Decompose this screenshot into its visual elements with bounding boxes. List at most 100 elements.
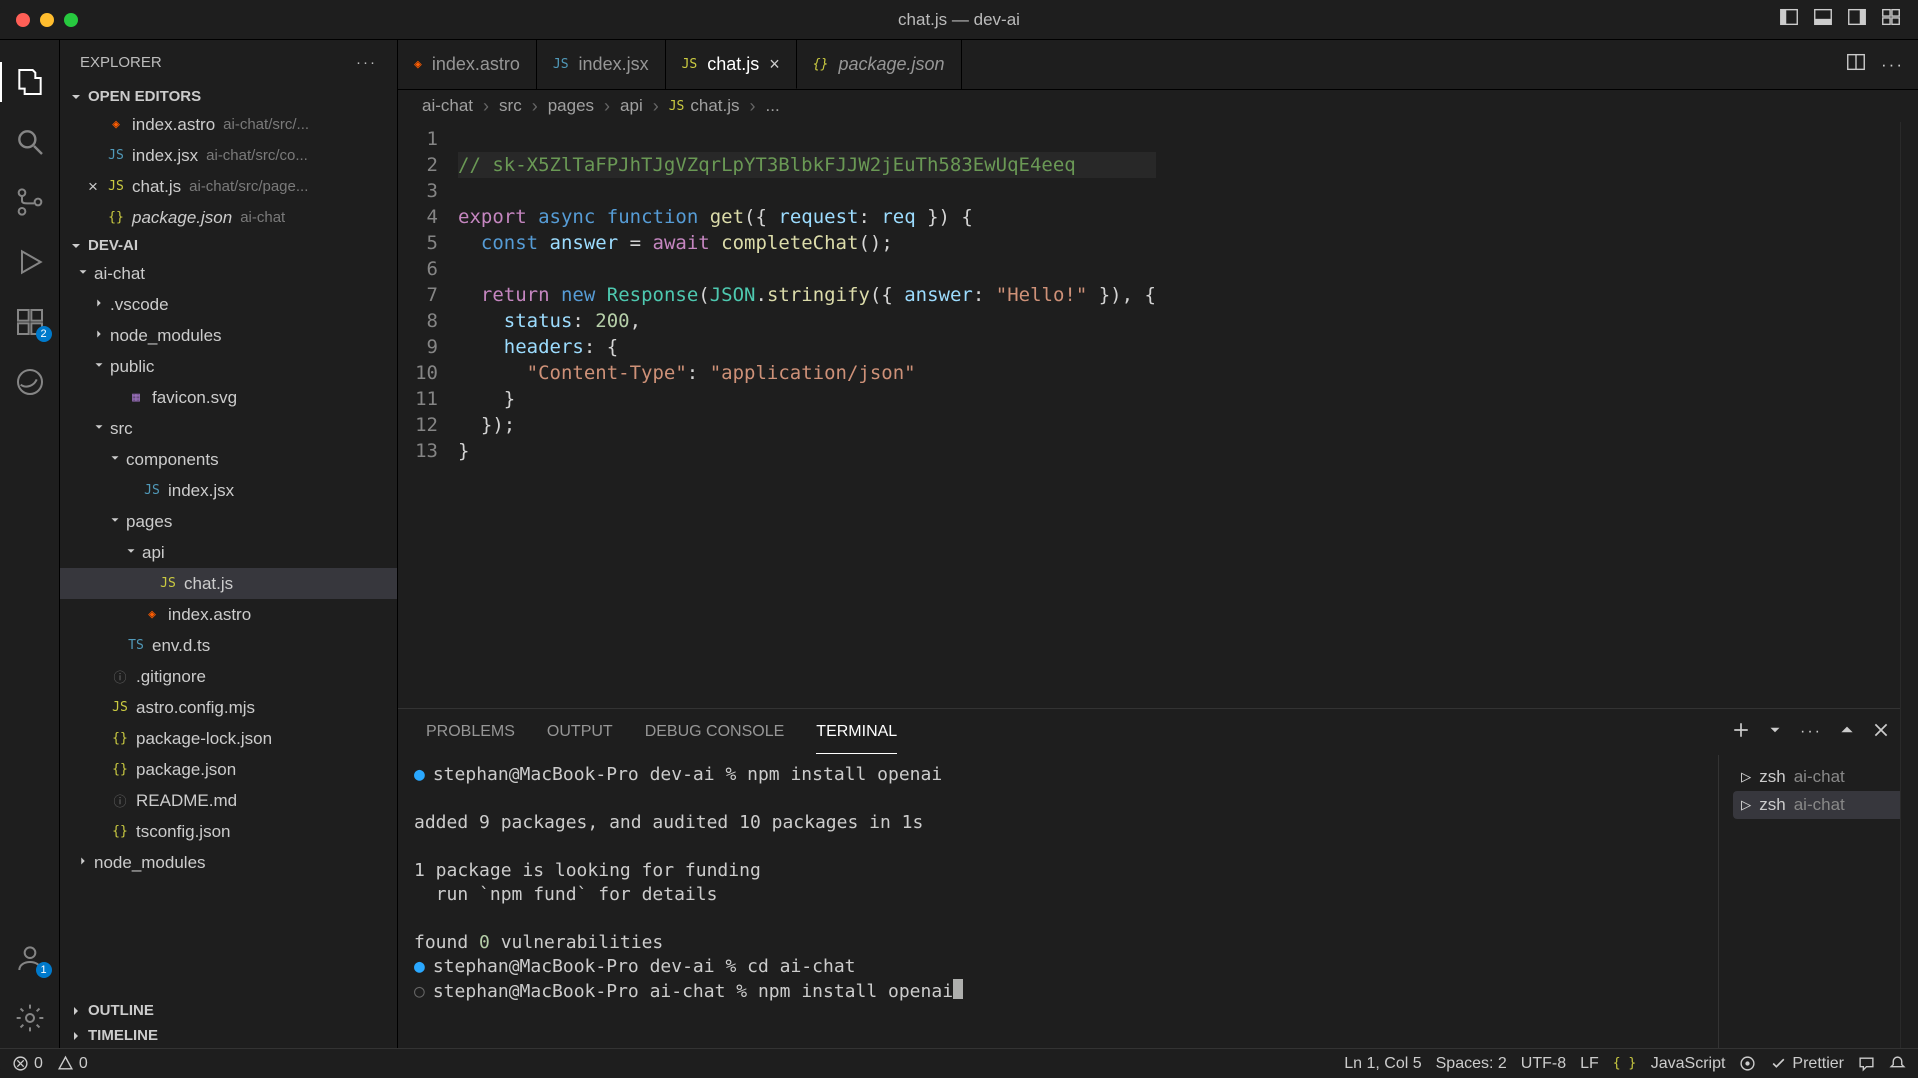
terminal-tab[interactable]: TERMINAL	[816, 711, 897, 754]
cursor-position[interactable]: Ln 1, Col 5	[1344, 1055, 1421, 1073]
code-editor[interactable]: 12345678910111213 // sk-X5ZlTaFPJhTJgVZq…	[398, 122, 1918, 708]
toggle-secondary-sidebar-icon[interactable]	[1846, 6, 1868, 33]
debug-console-tab[interactable]: DEBUG CONSOLE	[645, 711, 785, 753]
source-control-view-icon[interactable]	[0, 172, 60, 232]
open-editor-item[interactable]: {}package.jsonai-chat	[60, 202, 397, 233]
breadcrumb-item[interactable]: chat.js	[690, 96, 739, 116]
open-editor-item[interactable]: ◈index.astroai-chat/src/...	[60, 109, 397, 140]
outline-section[interactable]: OUTLINE	[60, 998, 397, 1023]
prettier-status[interactable]: Prettier	[1770, 1055, 1844, 1073]
svg-icon: ▦	[126, 390, 146, 405]
terminal-session[interactable]: ▷zsh ai-chat	[1733, 763, 1904, 791]
chevron-icon	[108, 450, 124, 470]
live-share-icon[interactable]	[1739, 1055, 1756, 1072]
folder-item[interactable]: node_modules	[60, 320, 397, 351]
folder-item[interactable]: src	[60, 413, 397, 444]
breadcrumb-item[interactable]: pages	[548, 96, 594, 116]
code-content[interactable]: // sk-X5ZlTaFPJhTJgVZqrLpYT3BlbkFJJW2jEu…	[458, 122, 1156, 708]
chevron-down-icon	[68, 89, 84, 105]
editor-tab[interactable]: {}package.json	[797, 40, 962, 89]
file-item[interactable]: ▦favicon.svg	[60, 382, 397, 413]
editor-tab[interactable]: JSindex.jsx	[537, 40, 666, 89]
search-view-icon[interactable]	[0, 112, 60, 172]
folder-item[interactable]: api	[60, 537, 397, 568]
editor-tab[interactable]: ◈index.astro	[398, 40, 537, 89]
terminal-session[interactable]: ▷zsh ai-chat	[1733, 791, 1904, 819]
file-item[interactable]: {}tsconfig.json	[60, 816, 397, 847]
folder-item[interactable]: pages	[60, 506, 397, 537]
extensions-view-icon[interactable]: 2	[0, 292, 60, 352]
terminal-more-icon[interactable]: ···	[1800, 723, 1822, 741]
jsx-icon: JS	[553, 57, 569, 72]
workspace-section[interactable]: DEV-AI	[60, 233, 397, 258]
breadcrumb-item[interactable]: src	[499, 96, 522, 116]
file-item[interactable]: ⓘ.gitignore	[60, 661, 397, 692]
accounts-icon[interactable]: 1	[0, 928, 60, 988]
encoding[interactable]: UTF-8	[1521, 1055, 1566, 1073]
terminal-dropdown-icon[interactable]	[1766, 721, 1784, 744]
maximize-window-button[interactable]	[64, 13, 78, 27]
close-icon[interactable]: ×	[88, 177, 106, 197]
warnings-count[interactable]: 0	[57, 1055, 88, 1073]
folder-item[interactable]: components	[60, 444, 397, 475]
chevron-icon	[92, 326, 108, 346]
more-actions-icon[interactable]: ···	[1881, 55, 1904, 75]
minimize-window-button[interactable]	[40, 13, 54, 27]
explorer-sidebar: EXPLORER ··· OPEN EDITORS ◈index.astroai…	[60, 40, 398, 1048]
explorer-header: EXPLORER ···	[60, 40, 397, 84]
breadcrumb-item[interactable]: api	[620, 96, 643, 116]
close-window-button[interactable]	[16, 13, 30, 27]
run-debug-view-icon[interactable]	[0, 232, 60, 292]
folder-item[interactable]: public	[60, 351, 397, 382]
feedback-icon[interactable]	[1858, 1055, 1875, 1072]
file-item[interactable]: JSindex.jsx	[60, 475, 397, 506]
problems-tab[interactable]: PROBLEMS	[426, 711, 515, 753]
customize-layout-icon[interactable]	[1880, 6, 1902, 33]
toggle-primary-sidebar-icon[interactable]	[1778, 6, 1800, 33]
extensions-badge: 2	[36, 326, 52, 342]
open-editor-item[interactable]: JSindex.jsxai-chat/src/co...	[60, 140, 397, 171]
edge-view-icon[interactable]	[0, 352, 60, 412]
file-item[interactable]: TSenv.d.ts	[60, 630, 397, 661]
file-item[interactable]: JSastro.config.mjs	[60, 692, 397, 723]
minimap[interactable]	[1900, 122, 1918, 708]
open-editors-label: OPEN EDITORS	[88, 88, 201, 105]
file-item[interactable]: {}package-lock.json	[60, 723, 397, 754]
terminal-output[interactable]: ●stephan@MacBook-Pro dev-ai % npm instal…	[398, 755, 1718, 1048]
output-tab[interactable]: OUTPUT	[547, 711, 613, 753]
folder-item[interactable]: node_modules	[60, 847, 397, 878]
panel-tabs: PROBLEMS OUTPUT DEBUG CONSOLE TERMINAL ·…	[398, 709, 1918, 755]
chevron-down-icon	[68, 238, 84, 254]
language-mode[interactable]: { } JavaScript	[1613, 1055, 1726, 1073]
file-item[interactable]: ◈index.astro	[60, 599, 397, 630]
editor-tab[interactable]: JSchat.js×	[666, 40, 797, 89]
eol[interactable]: LF	[1580, 1055, 1599, 1073]
split-editor-icon[interactable]	[1845, 51, 1867, 78]
open-editors-section[interactable]: OPEN EDITORS	[60, 84, 397, 109]
astro-icon: ◈	[142, 607, 162, 622]
errors-count[interactable]: 0	[12, 1055, 43, 1073]
breadcrumb[interactable]: ai-chat src pages api JS chat.js ...	[398, 90, 1918, 122]
new-terminal-icon[interactable]	[1732, 721, 1750, 744]
explorer-more-icon[interactable]: ···	[356, 54, 377, 71]
folder-item[interactable]: .vscode	[60, 289, 397, 320]
breadcrumb-item[interactable]: ai-chat	[422, 96, 473, 116]
file-item[interactable]: {}package.json	[60, 754, 397, 785]
chevron-icon	[92, 357, 108, 377]
window-title: chat.js — dev-ai	[898, 10, 1020, 30]
breadcrumb-item[interactable]: ...	[766, 96, 780, 116]
open-editor-item[interactable]: ×JSchat.jsai-chat/src/page...	[60, 171, 397, 202]
notifications-icon[interactable]	[1889, 1055, 1906, 1072]
toggle-panel-icon[interactable]	[1812, 6, 1834, 33]
info-icon: ⓘ	[110, 791, 130, 810]
indentation[interactable]: Spaces: 2	[1436, 1055, 1507, 1073]
file-item[interactable]: JSchat.js	[60, 568, 397, 599]
settings-gear-icon[interactable]	[0, 988, 60, 1048]
maximize-panel-icon[interactable]	[1838, 721, 1856, 744]
folder-item[interactable]: ai-chat	[60, 258, 397, 289]
timeline-section[interactable]: TIMELINE	[60, 1023, 397, 1048]
explorer-view-icon[interactable]	[0, 52, 60, 112]
close-tab-icon[interactable]: ×	[769, 54, 780, 75]
file-item[interactable]: ⓘREADME.md	[60, 785, 397, 816]
close-panel-icon[interactable]	[1872, 721, 1890, 744]
